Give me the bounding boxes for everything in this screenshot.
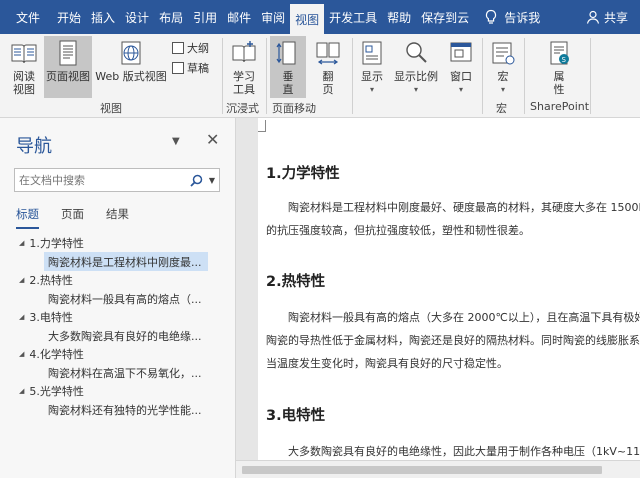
group-label-macros: 宏: [496, 102, 507, 115]
show-button[interactable]: 显示 ▾: [356, 38, 388, 96]
scrollbar-thumb[interactable]: [242, 466, 602, 474]
window-button[interactable]: 窗口 ▾: [446, 38, 476, 96]
macro-icon: [492, 42, 515, 65]
document-area: 1.力学特性 陶瓷材料是工程材料中刚度最好、硬度最高的材料，其硬度大多在 150…: [236, 118, 640, 478]
learning-tools-button[interactable]: 学习 工具: [226, 38, 262, 96]
side-to-side-icon: [316, 42, 340, 65]
tree-item[interactable]: 陶瓷材料在高温下不易氧化，...: [0, 363, 235, 382]
tab-help[interactable]: 帮助: [382, 0, 416, 34]
read-mode-button[interactable]: 阅读 视图: [6, 38, 42, 96]
chevron-down-icon: ▾: [413, 85, 418, 94]
share-button[interactable]: 共享: [578, 9, 640, 26]
lightbulb-icon: [486, 9, 497, 24]
nav-pane-title: 导航: [16, 136, 52, 157]
collapse-triangle-icon[interactable]: ◢: [19, 276, 24, 284]
share-label: 共享: [603, 10, 628, 25]
tab-review[interactable]: 审阅: [256, 0, 290, 34]
draft-icon: [172, 62, 184, 74]
outline-icon: [172, 42, 184, 54]
margin-corner-mark: [258, 120, 266, 132]
learning-tools-icon: [232, 41, 256, 63]
book-icon: [11, 44, 37, 64]
nav-tab-results[interactable]: 结果: [106, 206, 129, 229]
nav-tab-headings[interactable]: 标题: [16, 206, 39, 229]
collapse-triangle-icon[interactable]: ◢: [19, 350, 24, 358]
macros-button[interactable]: 宏 ▾: [488, 38, 518, 96]
tree-heading[interactable]: ◢ 4.化学特性: [0, 345, 235, 363]
tab-design[interactable]: 设计: [120, 0, 154, 34]
nav-tabs: 标题 页面 结果: [16, 206, 129, 229]
tree-item[interactable]: 陶瓷材料还有独特的光学性能...: [0, 400, 235, 419]
group-label-sharepoint: SharePoint: [530, 100, 590, 113]
tree-heading[interactable]: ◢ 2.热特性: [0, 271, 235, 289]
tab-references[interactable]: 引用: [188, 0, 222, 34]
draft-button[interactable]: 草稿: [172, 60, 209, 76]
page-icon: [59, 40, 77, 66]
tab-home[interactable]: 开始: [52, 0, 86, 34]
collapse-triangle-icon[interactable]: ◢: [19, 387, 24, 395]
nav-search-box: ▼: [14, 168, 220, 192]
sharepoint-properties-icon: S: [550, 41, 569, 65]
vertical-button[interactable]: 垂 直: [270, 36, 306, 98]
tree-item[interactable]: 陶瓷材料是工程材料中刚度最...: [44, 252, 208, 271]
group-label-immersive: 沉浸式: [226, 102, 259, 115]
doc-heading: 2.热特性: [266, 274, 326, 290]
properties-button[interactable]: S 属 性: [542, 38, 576, 96]
doc-paragraph: 陶瓷材料一般具有高的熔点（大多在 2000℃以上），且在高温下具有极好的化学稳定…: [266, 311, 640, 370]
tree-item[interactable]: 大多数陶瓷具有良好的电绝缘...: [0, 326, 235, 345]
tab-developer[interactable]: 开发工具: [324, 0, 382, 34]
close-icon[interactable]: ✕: [206, 130, 219, 149]
globe-page-icon: [121, 41, 141, 65]
tree-heading[interactable]: ◢ 3.电特性: [0, 308, 235, 326]
search-options-chevron-icon[interactable]: ▼: [205, 169, 219, 191]
tree-heading[interactable]: ◢ 1.力学特性: [0, 234, 235, 252]
search-icon[interactable]: [187, 169, 205, 191]
chevron-down-icon: ▾: [500, 85, 505, 94]
nav-tab-pages[interactable]: 页面: [61, 206, 84, 229]
group-label-views: 视图: [100, 102, 122, 115]
chevron-down-icon: ▾: [458, 85, 463, 94]
web-layout-button[interactable]: Web 版式视图: [94, 38, 168, 83]
doc-heading: 3.电特性: [266, 408, 326, 424]
navigation-pane: 导航 ▼ ✕ ▼ 标题 页面 结果 ◢ 1.力学特性 陶瓷材料是工程材料中刚度最…: [0, 118, 236, 478]
tab-view[interactable]: 视图: [290, 4, 325, 34]
tab-save-to-cloud[interactable]: 保存到云: [416, 0, 474, 34]
chevron-down-icon: ▾: [369, 85, 374, 94]
nav-search-input[interactable]: [15, 169, 187, 191]
group-label-page-movement: 页面移动: [272, 102, 316, 115]
chevron-down-icon[interactable]: ▼: [172, 136, 180, 147]
window-icon: [450, 42, 472, 62]
menu-bar: 文件 开始 插入 设计 布局 引用 邮件 审阅 视图 开发工具 帮助 保存到云 …: [0, 0, 640, 34]
collapse-triangle-icon[interactable]: ◢: [19, 239, 24, 247]
outline-button[interactable]: 大纲: [172, 40, 209, 56]
doc-heading: 1.力学特性: [266, 166, 340, 182]
vertical-scroll-icon: [276, 41, 296, 65]
tab-file[interactable]: 文件: [0, 0, 52, 34]
tab-mailings[interactable]: 邮件: [222, 0, 256, 34]
svg-text:S: S: [562, 56, 567, 64]
doc-paragraph: 陶瓷材料是工程材料中刚度最好、硬度最高的材料，其硬度大多在 1500HV 以上。…: [266, 201, 640, 237]
tab-layout[interactable]: 布局: [154, 0, 188, 34]
tree-heading[interactable]: ◢ 5.光学特性: [0, 382, 235, 400]
zoom-button[interactable]: 显示比例 ▾: [392, 38, 440, 96]
side-to-side-button[interactable]: 翻 页: [310, 38, 346, 96]
collapse-triangle-icon[interactable]: ◢: [19, 313, 24, 321]
print-layout-button[interactable]: 页面视图: [44, 36, 92, 98]
heading-tree: ◢ 1.力学特性 陶瓷材料是工程材料中刚度最... ◢ 2.热特性 陶瓷材料一般…: [0, 234, 235, 419]
tell-me-label: 告诉我: [504, 10, 541, 25]
person-icon: [586, 10, 600, 24]
tab-insert[interactable]: 插入: [86, 0, 120, 34]
magnifier-icon: [406, 42, 427, 63]
document-page[interactable]: 1.力学特性 陶瓷材料是工程材料中刚度最好、硬度最高的材料，其硬度大多在 150…: [258, 118, 640, 460]
horizontal-scrollbar[interactable]: [236, 460, 640, 478]
tree-item[interactable]: 陶瓷材料一般具有高的熔点（...: [0, 289, 235, 308]
tell-me-box[interactable]: 告诉我: [474, 9, 550, 26]
show-icon: [362, 41, 382, 65]
ribbon: 阅读 视图 页面视图 Web 版式视图 大纲 草稿 视图 学习 工具 沉浸式 垂…: [0, 34, 640, 118]
